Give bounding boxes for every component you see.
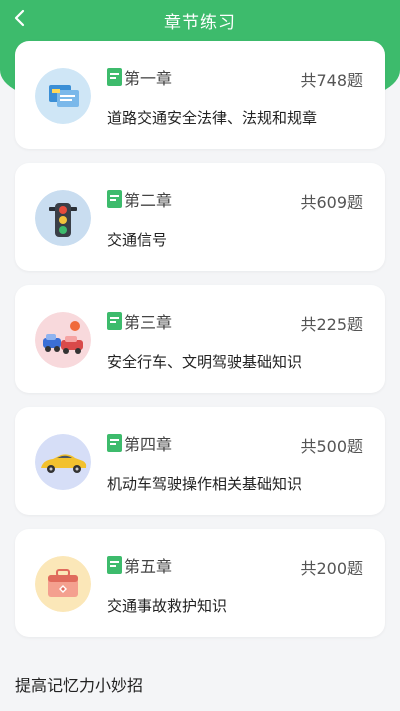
question-count: 共609题 xyxy=(300,193,363,212)
chapter-label: 第五章 xyxy=(124,557,173,576)
document-icon xyxy=(107,190,122,208)
question-count: 共200题 xyxy=(300,559,363,578)
chapter-card-1[interactable]: 第一章 共748题 道路交通安全法律、法规和规章 xyxy=(15,41,385,149)
document-icon xyxy=(107,434,122,452)
question-count: 共225题 xyxy=(300,315,363,334)
document-icon xyxy=(107,556,122,574)
chapter-subject: 交通事故救护知识 xyxy=(107,597,228,615)
chapter-label: 第一章 xyxy=(124,69,173,88)
chapter-subject: 机动车驾驶操作相关基础知识 xyxy=(107,475,303,493)
question-count: 共748题 xyxy=(300,71,363,90)
documents-icon xyxy=(35,68,91,124)
chapter-subject: 交通信号 xyxy=(107,231,168,249)
chapter-label: 第二章 xyxy=(124,191,173,210)
question-count: 共500题 xyxy=(300,437,363,456)
chapter-card-5[interactable]: 第五章 共200题 交通事故救护知识 xyxy=(15,529,385,637)
page-title: 章节练习 xyxy=(164,13,236,33)
chapter-card-4[interactable]: 第四章 共500题 机动车驾驶操作相关基础知识 xyxy=(15,407,385,515)
traffic-light-icon xyxy=(35,190,91,246)
chapter-label: 第三章 xyxy=(124,313,173,332)
chapter-subject: 道路交通安全法律、法规和规章 xyxy=(107,109,318,127)
tips-heading: 提高记忆力小妙招 xyxy=(15,676,144,695)
car-accident-icon xyxy=(35,312,91,368)
chapter-card-3[interactable]: 第三章 共225题 安全行车、文明驾驶基础知识 xyxy=(15,285,385,393)
chapter-label: 第四章 xyxy=(124,435,173,454)
chapter-subject: 安全行车、文明驾驶基础知识 xyxy=(107,353,303,371)
chapter-card-2[interactable]: 第二章 共609题 交通信号 xyxy=(15,163,385,271)
document-icon xyxy=(107,312,122,330)
yellow-car-icon xyxy=(35,434,91,490)
document-icon xyxy=(107,68,122,86)
first-aid-kit-icon xyxy=(35,556,91,612)
